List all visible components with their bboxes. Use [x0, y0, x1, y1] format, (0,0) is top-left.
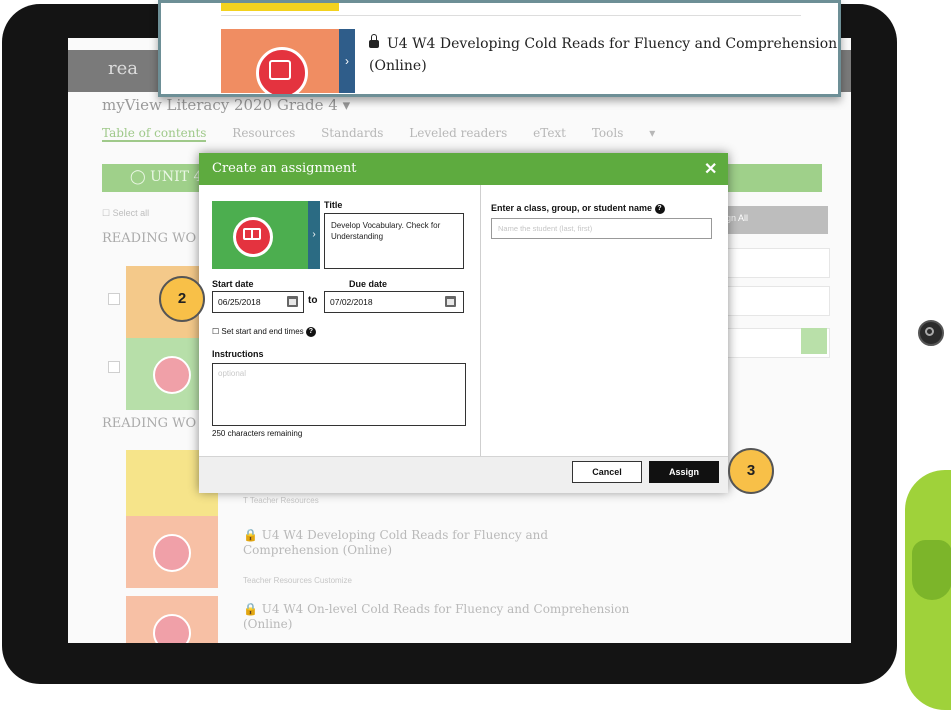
title-label: Title: [324, 200, 343, 210]
divider: [221, 15, 801, 16]
close-icon[interactable]: ✕: [704, 159, 717, 179]
characters-remaining: 250 characters remaining: [212, 429, 303, 438]
help-icon[interactable]: ?: [305, 327, 316, 337]
create-assignment-dialog: Create an assignment ✕ › Title Develop V…: [199, 153, 728, 493]
due-date-label: Due date: [349, 279, 388, 289]
callout-step-2: 2: [159, 276, 205, 322]
recipient-label: Enter a class, group, or student name ?: [491, 203, 665, 214]
tab-table-of-contents[interactable]: Table of contents: [102, 126, 207, 142]
resource-card-icon: [153, 356, 191, 394]
column-divider: [480, 185, 481, 456]
resource-title[interactable]: U4 W4 Developing Cold Reads for Fluency …: [369, 33, 838, 77]
assign-button[interactable]: Assign: [649, 461, 719, 483]
bg-field[interactable]: [718, 286, 830, 316]
tab-standards[interactable]: Standards: [321, 126, 383, 140]
section-heading: READING WO: [102, 416, 197, 431]
resource-title[interactable]: 🔒 U4 W4 Developing Cold Reads for Fluenc…: [243, 528, 643, 558]
resource-card-prev: [221, 3, 339, 11]
date-range-separator: to: [308, 295, 318, 306]
unit-bar-label: ◯ UNIT 4: [130, 169, 203, 185]
assign-all-button[interactable]: gn All: [718, 206, 828, 234]
help-icon[interactable]: ?: [654, 203, 665, 214]
resource-meta[interactable]: Teacher Resources Customize: [243, 576, 352, 585]
lock-icon: [369, 34, 379, 48]
tab-etext[interactable]: eText: [533, 126, 566, 140]
zoomed-resource-panel: › U4 W4 Developing Cold Reads for Fluenc…: [158, 0, 841, 97]
resource-title[interactable]: 🔒 U4 W4 On-level Cold Reads for Fluency …: [243, 602, 643, 632]
calendar-icon[interactable]: [287, 296, 298, 307]
book-icon: [243, 228, 261, 240]
instructions-label: Instructions: [212, 349, 264, 359]
course-nav: Table of contents Resources Standards Le…: [102, 126, 677, 142]
check-icon: [269, 60, 291, 80]
course-title[interactable]: myView Literacy 2020 Grade 4 ▾: [102, 96, 350, 114]
calendar-icon[interactable]: [445, 296, 456, 307]
bg-dropdown-button[interactable]: [801, 328, 827, 354]
tab-tools[interactable]: Tools ▾: [592, 126, 655, 140]
tab-resources[interactable]: Resources: [232, 126, 295, 140]
section-heading: READING WO: [102, 231, 197, 246]
start-date-input[interactable]: 06/25/2018: [212, 291, 304, 313]
dialog-title: Create an assignment: [212, 161, 357, 176]
chevron-right-icon: ›: [308, 201, 320, 269]
tablet-home-button: [918, 320, 944, 346]
bg-field[interactable]: [718, 248, 830, 278]
row-checkbox[interactable]: [108, 293, 120, 305]
resource-card-icon: [153, 534, 191, 572]
cancel-button[interactable]: Cancel: [572, 461, 642, 483]
callout-step-3: 3: [728, 448, 774, 494]
start-date-label: Start date: [212, 279, 254, 289]
select-all[interactable]: ☐ Select all: [102, 208, 149, 219]
tab-leveled-readers[interactable]: Leveled readers: [409, 126, 507, 140]
row-checkbox[interactable]: [108, 361, 120, 373]
set-times-checkbox[interactable]: ☐ Set start and end times ?: [212, 327, 316, 337]
expand-chevron-icon[interactable]: ›: [339, 29, 355, 93]
instructions-textarea[interactable]: optional: [212, 363, 466, 426]
title-field[interactable]: Develop Vocabulary. Check for Understand…: [324, 213, 464, 269]
app-logo: rea: [108, 58, 138, 79]
teacher-resources-link[interactable]: T Teacher Resources: [243, 496, 319, 505]
due-date-input[interactable]: 07/02/2018: [324, 291, 464, 313]
decorative-blob-shape: [912, 540, 951, 600]
recipient-search-input[interactable]: Name the student (last, first): [491, 218, 712, 239]
